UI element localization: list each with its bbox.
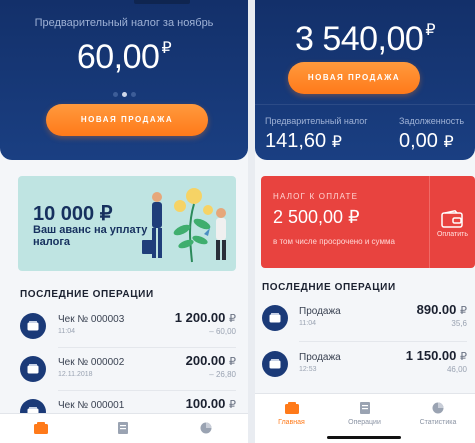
operation-amount: 1 150.00 ₽ bbox=[406, 348, 467, 363]
operation-row[interactable]: Чек № 000002 12.11.2018 200.00 ₽ – 26,80 bbox=[20, 349, 236, 391]
operation-amount-value: 890.00 bbox=[416, 302, 457, 317]
currency-sign: ₽ bbox=[331, 134, 342, 151]
tax-due-amount: 2 500,00 ₽ bbox=[273, 207, 360, 227]
new-sale-button[interactable]: НОВАЯ ПРОДАЖА bbox=[46, 104, 208, 136]
tab-operations[interactable] bbox=[82, 414, 164, 443]
currency-sign: ₽ bbox=[229, 399, 236, 411]
recent-operations-heading: ПОСЛЕДНИЕ ОПЕРАЦИИ bbox=[262, 282, 396, 293]
home-icon bbox=[284, 402, 299, 414]
operation-title: Чек № 000001 bbox=[58, 400, 125, 411]
left-screen: Предварительный налог за ноябрь 60,00 ₽ Н… bbox=[0, 0, 248, 443]
money-tree-illustration bbox=[142, 188, 226, 263]
receipt-icon bbox=[262, 305, 288, 331]
operation-title: Продажа bbox=[299, 306, 341, 317]
currency-sign: ₽ bbox=[460, 351, 467, 363]
pie-chart-icon bbox=[432, 402, 444, 414]
tax-due-title: НАЛОГ К ОПЛАТЕ bbox=[273, 192, 359, 201]
tab-label: Операции bbox=[348, 419, 381, 426]
tax-due-card[interactable]: НАЛОГ К ОПЛАТЕ 2 500,00 ₽ в том числе пр… bbox=[261, 176, 475, 268]
pay-label: Оплатить bbox=[436, 231, 469, 238]
operation-row[interactable]: Чек № 000003 11:04 1 200.00 ₽ – 60,00 bbox=[20, 306, 236, 348]
promo-amount: 10 000 ₽ bbox=[33, 203, 113, 225]
receipt-icon bbox=[20, 356, 46, 382]
operation-amount: 1 200.00 ₽ bbox=[175, 310, 236, 325]
tab-label: Статистика bbox=[419, 419, 457, 426]
receipt-icon bbox=[359, 402, 370, 414]
receipt-icon bbox=[118, 422, 128, 434]
operation-tax: – 60,00 bbox=[209, 327, 236, 336]
tax-due-note: в том числе просрочено и сумма bbox=[273, 237, 395, 246]
income-value: 3 540,00 bbox=[294, 20, 424, 58]
right-screen: 3 540,00 ₽ НОВАЯ ПРОДАЖА Предварительный … bbox=[255, 0, 475, 443]
operation-time: 11:04 bbox=[299, 320, 316, 327]
advance-promo-banner[interactable]: 10 000 ₽ Ваш аванс на уплату налога bbox=[18, 176, 236, 271]
pager-dot-active[interactable] bbox=[121, 92, 127, 97]
operation-amount-value: 200.00 bbox=[185, 353, 226, 368]
tab-home[interactable]: Главная bbox=[255, 394, 328, 443]
tax-summary-header: Предварительный налог за ноябрь 60,00 ₽ Н… bbox=[0, 0, 248, 160]
currency-sign: ₽ bbox=[443, 134, 454, 151]
currency-sign: ₽ bbox=[229, 313, 236, 325]
preliminary-tax-caption: Предварительный налог за ноябрь bbox=[34, 17, 214, 29]
stat-number: 0,00 bbox=[399, 130, 438, 152]
operation-row[interactable]: Продажа 11:04 890.00 ₽ 35,6 bbox=[262, 298, 467, 340]
tab-home[interactable] bbox=[0, 414, 82, 443]
preliminary-tax-value: 141,60 ₽ bbox=[265, 130, 342, 153]
operation-title: Чек № 000002 bbox=[58, 357, 125, 368]
pager-dot[interactable] bbox=[130, 92, 136, 97]
bottom-tab-bar bbox=[0, 413, 248, 443]
currency-sign: ₽ bbox=[229, 356, 236, 368]
receipt-icon bbox=[262, 351, 288, 377]
debt-value: 0,00 ₽ bbox=[399, 130, 454, 153]
home-icon bbox=[34, 422, 48, 434]
debt-label: Задолженность bbox=[399, 116, 465, 126]
new-sale-button[interactable]: НОВАЯ ПРОДАЖА bbox=[288, 62, 420, 94]
tab-statistics[interactable] bbox=[164, 414, 248, 443]
operation-amount: 890.00 ₽ bbox=[417, 302, 467, 317]
operation-title: Продажа bbox=[299, 352, 341, 363]
operation-amount-value: 1 200.00 bbox=[174, 310, 226, 325]
bottom-tab-bar: Главная Операции Статистика bbox=[255, 393, 475, 443]
operation-amount-value: 1 150.00 bbox=[405, 348, 457, 363]
operation-amount: 100.00 ₽ bbox=[186, 396, 236, 411]
currency-sign: ₽ bbox=[460, 305, 467, 317]
tab-statistics[interactable]: Статистика bbox=[401, 394, 475, 443]
receipt-icon bbox=[20, 313, 46, 339]
operation-time: 12:53 bbox=[299, 366, 317, 373]
operation-tax: – 26,80 bbox=[209, 370, 236, 379]
preliminary-tax-amount: 60,00 ₽ bbox=[0, 38, 248, 77]
operation-title: Чек № 000003 bbox=[58, 314, 125, 325]
operation-tax: 35,6 bbox=[451, 319, 467, 328]
header-divider bbox=[255, 104, 475, 105]
income-summary-header: 3 540,00 ₽ НОВАЯ ПРОДАЖА Предварительный … bbox=[255, 0, 475, 160]
operation-row[interactable]: Продажа 12:53 1 150.00 ₽ 46,00 bbox=[262, 344, 467, 386]
row-divider bbox=[58, 390, 236, 391]
pay-button[interactable]: Оплатить bbox=[429, 176, 475, 268]
operation-amount-value: 100.00 bbox=[185, 396, 226, 411]
row-divider bbox=[299, 341, 467, 342]
pager-dot[interactable] bbox=[112, 92, 118, 97]
operation-amount: 200.00 ₽ bbox=[186, 353, 236, 368]
carousel-pager[interactable] bbox=[0, 84, 248, 102]
operation-date: 12.11.2018 bbox=[58, 371, 93, 378]
preliminary-tax-value: 60,00 bbox=[76, 38, 160, 76]
stat-number: 141,60 bbox=[265, 130, 327, 152]
preliminary-tax-label: Предварительный налог bbox=[265, 116, 368, 126]
income-amount: 3 540,00 ₽ bbox=[255, 20, 475, 59]
wallet-icon bbox=[441, 210, 463, 228]
operation-tax: 46,00 bbox=[446, 365, 467, 374]
row-divider bbox=[58, 347, 236, 348]
recent-operations-heading: ПОСЛЕДНИЕ ОПЕРАЦИИ bbox=[20, 289, 154, 300]
tab-label: Главная bbox=[278, 419, 305, 426]
home-indicator bbox=[327, 436, 401, 439]
currency-sign: ₽ bbox=[161, 40, 172, 57]
pie-chart-icon bbox=[200, 422, 212, 434]
status-bar-notch bbox=[134, 0, 190, 4]
operation-time: 11:04 bbox=[58, 328, 75, 335]
currency-sign: ₽ bbox=[425, 22, 436, 39]
